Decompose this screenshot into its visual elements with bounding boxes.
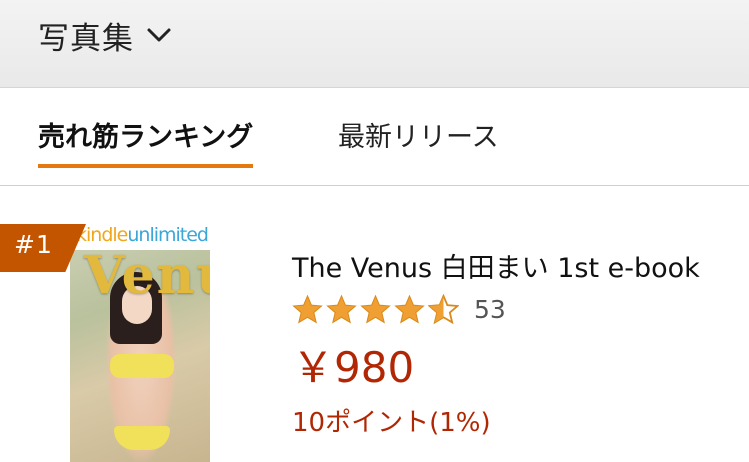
category-dropdown[interactable]: 写真集 — [38, 14, 172, 57]
product-title[interactable]: The Venus 白田まい 1st e-book — [292, 246, 700, 285]
cover-title: Venus — [84, 245, 210, 306]
unlimited-text: unlimited — [127, 224, 209, 246]
book-cover-image[interactable]: Venus kindleunlimited — [70, 220, 210, 462]
cover-swimwear-top — [110, 354, 174, 378]
star-half-icon — [428, 293, 459, 324]
kindle-unlimited-banner: kindleunlimited — [70, 220, 210, 250]
chevron-down-icon — [147, 28, 171, 42]
star-full-icon — [394, 294, 425, 323]
ranking-item[interactable]: Venus kindleunlimited #1 The Venus 白田まい … — [0, 186, 749, 462]
category-label: 写真集 — [38, 20, 134, 57]
star-full-icon — [292, 294, 323, 323]
star-full-icon — [326, 294, 357, 323]
star-rating[interactable]: 53 — [292, 292, 506, 326]
points-earned: 10ポイント(1%) — [292, 408, 491, 438]
rating-count[interactable]: 53 — [474, 295, 506, 324]
tab-bestsellers[interactable]: 売れ筋ランキング — [38, 115, 254, 168]
star-full-icon — [360, 294, 391, 323]
tab-new-releases[interactable]: 最新リリース — [338, 115, 499, 154]
category-header: 写真集 — [0, 0, 749, 88]
rank-number: #1 — [14, 230, 53, 259]
ranking-tabs: 売れ筋ランキング 最新リリース — [0, 88, 749, 186]
price: ￥980 — [292, 343, 415, 392]
